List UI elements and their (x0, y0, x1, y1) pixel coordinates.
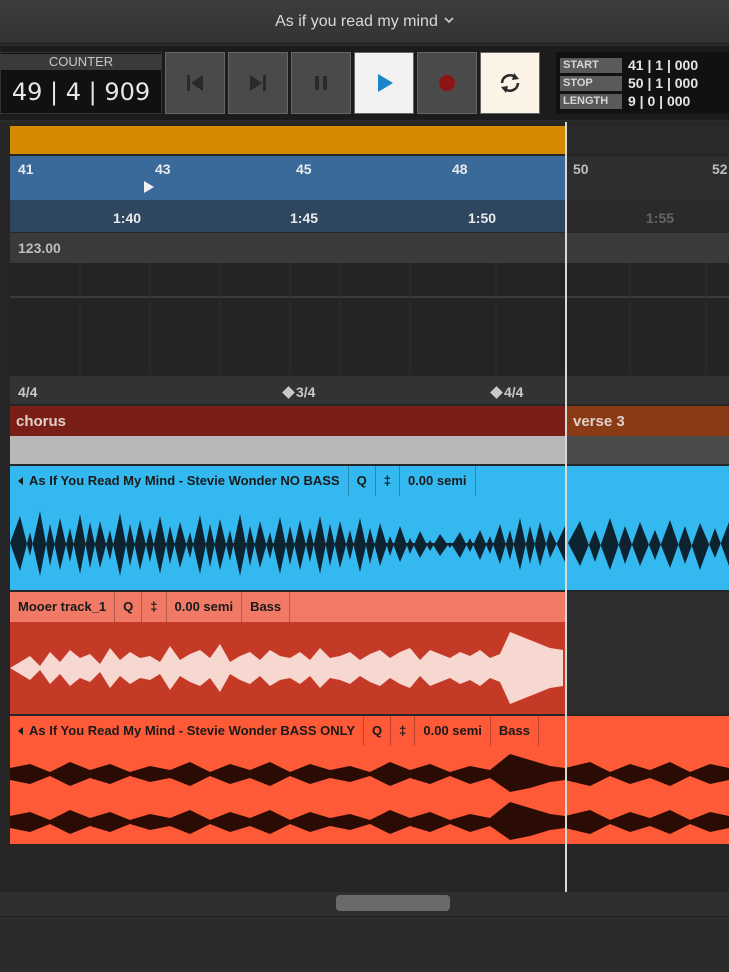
transpose-value[interactable]: 0.00 semi (400, 466, 476, 496)
selection-strip-empty (566, 436, 729, 464)
marker-label: chorus (16, 413, 67, 430)
marker-chorus[interactable] (10, 406, 565, 436)
length-value[interactable]: 9 | 0 | 000 (628, 92, 728, 110)
bottom-panel (0, 916, 729, 972)
instrument-label[interactable]: Bass (491, 716, 539, 746)
track-bass-only[interactable]: As If You Read My Mind - Stevie Wonder B… (10, 716, 729, 844)
chevron-down-icon[interactable] (444, 15, 454, 25)
track-mooer-empty (567, 592, 729, 714)
diamond-icon (282, 386, 295, 399)
collapse-arrow-icon[interactable] (18, 477, 23, 485)
diamond-icon (490, 386, 503, 399)
time-signature-marker[interactable]: 4/4 (490, 384, 524, 400)
signature-lane[interactable] (10, 376, 729, 404)
track-name: As If You Read My Mind - Stevie Wonder N… (16, 466, 349, 496)
bar-ruler-selected[interactable] (10, 156, 565, 200)
track-header[interactable]: As If You Read My Mind - Stevie Wonder B… (10, 716, 729, 746)
instrument-label[interactable]: Bass (242, 592, 291, 622)
waveform-no-bass (10, 511, 729, 576)
loop-lane-empty (566, 126, 729, 154)
time-signature[interactable]: 4/4 (18, 384, 37, 400)
track-name: As If You Read My Mind - Stevie Wonder B… (16, 716, 365, 746)
tuner-icon[interactable]: ‡ (142, 592, 167, 622)
bar-number: 50 (573, 161, 589, 177)
tuner-icon[interactable]: ‡ (391, 716, 416, 746)
stop-label: STOP (560, 76, 622, 91)
track-no-bass[interactable]: As If You Read My Mind - Stevie Wonder N… (10, 466, 729, 590)
track-header[interactable]: Mooer track_1 Q ‡ 0.00 semi Bass (10, 592, 565, 622)
record-icon (439, 75, 455, 91)
loop-icon (500, 73, 520, 93)
playhead-marker-icon[interactable] (143, 180, 155, 194)
automation-lane[interactable] (10, 263, 729, 375)
time-signature-marker[interactable]: 3/4 (282, 384, 316, 400)
track-title: As If You Read My Mind - Stevie Wonder N… (29, 473, 340, 488)
collapse-arrow-icon[interactable] (18, 727, 23, 735)
length-label: LENGTH (560, 94, 622, 109)
quantize-toggle[interactable]: Q (349, 466, 376, 496)
stop-value[interactable]: 50 | 1 | 000 (628, 74, 728, 92)
waveform-mooer (10, 632, 563, 704)
track-header[interactable]: As If You Read My Mind - Stevie Wonder N… (10, 466, 729, 496)
transpose-value[interactable]: 0.00 semi (415, 716, 491, 746)
tempo-value[interactable]: 123.00 (18, 240, 61, 256)
counter-label: COUNTER (0, 54, 162, 70)
time-label: 1:55 (646, 210, 675, 226)
track-title: Mooer track_1 (16, 592, 116, 622)
quantize-toggle[interactable]: Q (115, 592, 143, 622)
pause-icon (315, 76, 327, 90)
time-label: 1:40 (113, 210, 142, 226)
skip-forward-icon (250, 75, 266, 91)
tempo-lane[interactable] (10, 233, 729, 263)
loop-button[interactable] (480, 52, 540, 114)
loop-region[interactable] (10, 126, 565, 154)
rewind-button[interactable] (165, 52, 225, 114)
quantize-toggle[interactable]: Q (364, 716, 392, 746)
loop-end-line[interactable] (565, 122, 567, 892)
bar-number: 52 (712, 161, 728, 177)
bar-number: 45 (296, 161, 312, 177)
window-title: As if you read my mind (275, 12, 438, 30)
start-value[interactable]: 41 | 1 | 000 (628, 56, 728, 74)
time-label: 1:50 (468, 210, 497, 226)
play-icon (378, 74, 393, 92)
time-signature: 3/4 (296, 384, 316, 400)
marker-label: verse 3 (573, 413, 625, 430)
start-label: START (560, 58, 622, 73)
waveform-bass-only (10, 754, 729, 840)
track-mooer[interactable]: Mooer track_1 Q ‡ 0.00 semi Bass (10, 592, 565, 714)
bar-number: 43 (155, 161, 171, 177)
track-title: As If You Read My Mind - Stevie Wonder B… (29, 723, 356, 738)
play-button[interactable] (354, 52, 414, 114)
bar-ruler[interactable] (566, 156, 729, 200)
transpose-value[interactable]: 0.00 semi (167, 592, 243, 622)
selection-strip[interactable] (10, 436, 565, 464)
bar-number: 48 (452, 161, 468, 177)
pause-button[interactable] (291, 52, 351, 114)
window-title-bar[interactable]: As if you read my mind (0, 0, 729, 44)
counter-value: 49 | 4 | 909 (11, 78, 151, 106)
tuner-icon[interactable]: ‡ (376, 466, 400, 496)
time-signature: 4/4 (504, 384, 524, 400)
skip-back-icon (187, 75, 203, 91)
bar-number: 41 (18, 161, 34, 177)
forward-button[interactable] (228, 52, 288, 114)
time-label: 1:45 (290, 210, 319, 226)
scrollbar-thumb[interactable] (336, 895, 450, 911)
record-button[interactable] (417, 52, 477, 114)
